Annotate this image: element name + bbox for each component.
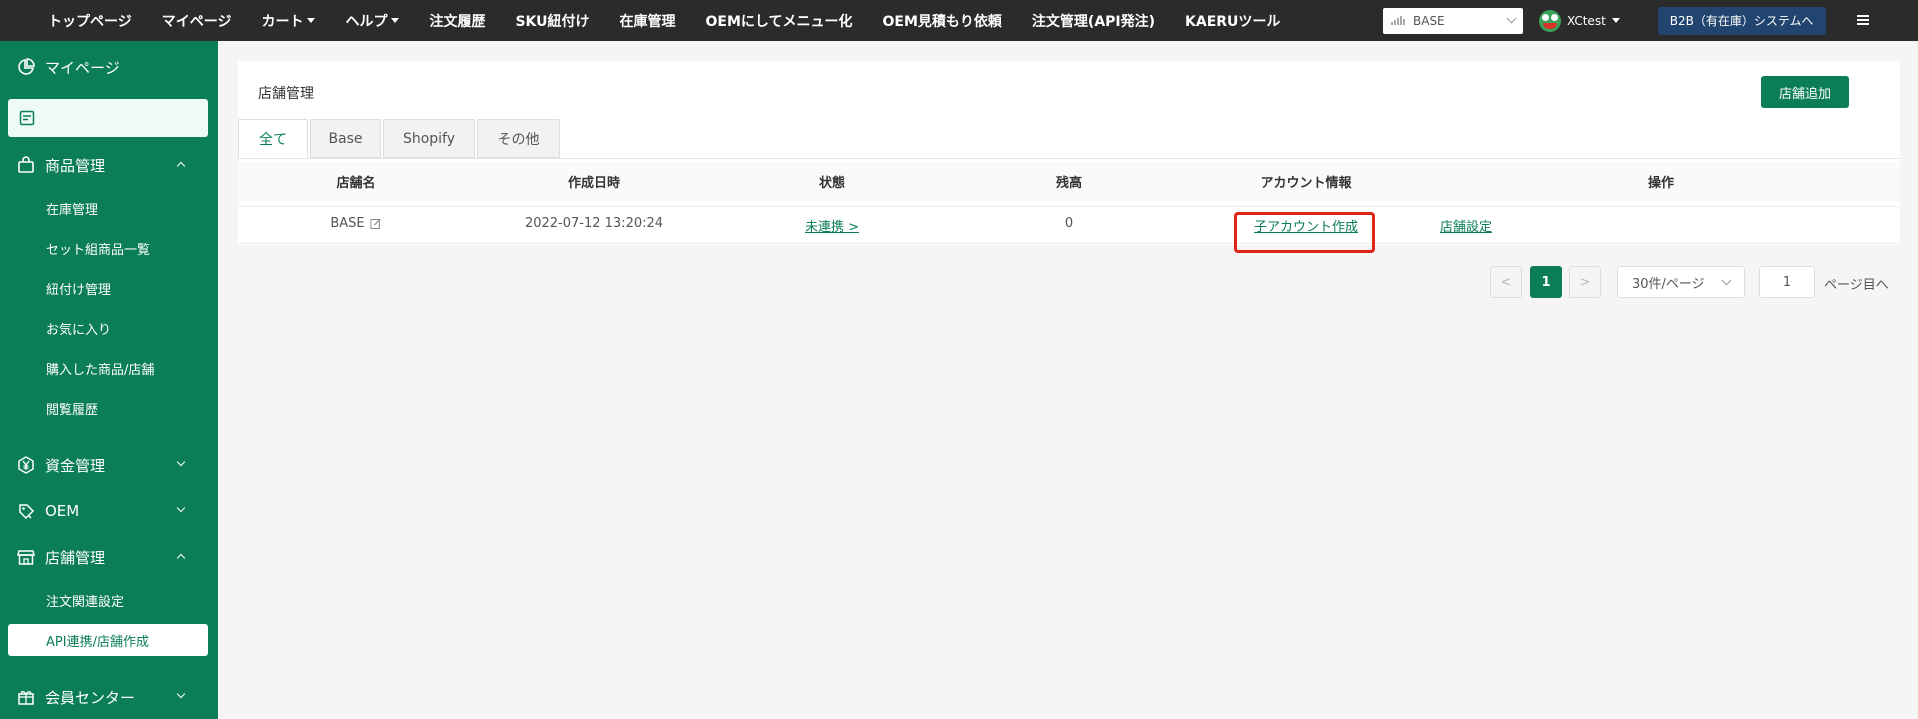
tab-shopify[interactable]: Shopify (383, 119, 475, 158)
tab-all[interactable]: 全て (238, 119, 308, 158)
sidebar-group-products[interactable]: 商品管理 (0, 145, 218, 185)
next-page-button[interactable]: > (1569, 266, 1601, 298)
sidebar-group-oem[interactable]: OEM (0, 491, 218, 531)
prev-page-button[interactable]: < (1490, 266, 1522, 298)
tab-base[interactable]: Base (310, 119, 381, 158)
nav-order-api[interactable]: 注文管理(API発注) (1032, 11, 1155, 31)
sidebar-item-api-store-create[interactable]: API連携/店舗作成 (8, 624, 208, 656)
avatar (1539, 9, 1561, 32)
hamburger-menu-icon[interactable] (1857, 13, 1869, 27)
document-icon (19, 110, 35, 130)
balance-cell: 0 (1064, 216, 1074, 231)
column-status: 状態 (818, 176, 846, 191)
sidebar-group-member[interactable]: 会員センター (0, 677, 218, 717)
column-account-info: アカウント情報 (1260, 176, 1352, 191)
nav-inventory[interactable]: 在庫管理 (620, 11, 676, 31)
store-select[interactable]: BASE (1383, 7, 1523, 34)
chevron-down-icon (176, 689, 186, 699)
page-title: 店舗管理 (258, 86, 314, 102)
column-created-at: 作成日時 (567, 176, 621, 191)
top-menu: トップページ マイページ カート ヘルプ 注文履歴 SKU紐付け 在庫管理 OE… (0, 0, 1310, 41)
add-store-button[interactable]: 店舗追加 (1761, 76, 1849, 108)
top-right-area: BASE XCtest B2B（有在庫）システムへ (1383, 0, 1826, 41)
sidebar-item-set-products[interactable]: セット組商品一覧 (0, 231, 218, 265)
page-1-button[interactable]: 1 (1530, 266, 1562, 298)
goto-page-input[interactable] (1759, 266, 1815, 298)
edit-icon[interactable] (370, 218, 382, 229)
nav-oem-menu[interactable]: OEMにしてメニュー化 (706, 11, 853, 31)
created-at-cell: 2022-07-12 13:20:24 (524, 216, 664, 231)
column-operation: 操作 (1647, 176, 1675, 191)
chevron-down-icon (1506, 13, 1517, 23)
sidebar-item-link-management[interactable]: 紐付け管理 (0, 271, 218, 305)
chevron-down-icon (176, 457, 186, 467)
sidebar-item-mypage[interactable]: マイページ (0, 47, 218, 87)
store-name-cell: BASE (330, 216, 382, 231)
sidebar-selected-item[interactable] (8, 99, 208, 137)
column-balance: 残高 (1055, 176, 1083, 191)
chevron-up-icon (176, 161, 186, 171)
gift-icon (16, 688, 35, 707)
status-link[interactable]: 未連携 > (805, 216, 859, 235)
store-bars-icon (1391, 16, 1407, 25)
chevron-down-icon (176, 503, 186, 513)
per-page-select[interactable]: 30件/ページ (1617, 266, 1745, 298)
store-icon (16, 548, 35, 567)
store-tabs: 全て Base Shopify その他 (238, 119, 562, 159)
nav-help[interactable]: ヘルプ (345, 11, 400, 31)
b2b-system-button[interactable]: B2B（有在庫）システムへ (1657, 6, 1826, 35)
nav-top-page[interactable]: トップページ (48, 11, 132, 31)
sidebar-item-purchased[interactable]: 購入した商品/店舗 (0, 351, 218, 385)
sidebar-group-funds[interactable]: 資金管理 (0, 445, 218, 485)
chevron-down-icon (1721, 275, 1732, 286)
badge-icon (16, 502, 35, 521)
nav-cart[interactable]: カート (261, 11, 316, 31)
yen-icon (16, 456, 35, 475)
chevron-up-icon (176, 553, 186, 563)
sidebar-item-history[interactable]: 閲覧履歴 (0, 391, 218, 425)
user-menu[interactable]: XCtest (1539, 9, 1620, 32)
goto-page-label: ページ目へ (1824, 278, 1889, 293)
nav-oem-quote[interactable]: OEM見積もり依頼 (883, 11, 1002, 31)
sidebar-group-store[interactable]: 店舗管理 (0, 537, 218, 577)
nav-order-history[interactable]: 注文履歴 (429, 11, 485, 31)
tab-other[interactable]: その他 (477, 119, 560, 158)
caret-down-icon (391, 18, 400, 23)
sidebar-item-order-settings[interactable]: 注文関連設定 (0, 583, 218, 617)
shopping-bag-icon (16, 156, 35, 175)
nav-sku-link[interactable]: SKU紐付け (515, 11, 589, 31)
store-settings-link[interactable]: 店舗設定 (1440, 216, 1492, 235)
username: XCtest (1567, 13, 1606, 28)
top-navbar: トップページ マイページ カート ヘルプ 注文履歴 SKU紐付け 在庫管理 OE… (0, 0, 1918, 41)
tab-divider (238, 158, 1900, 159)
sidebar-item-inventory[interactable]: 在庫管理 (0, 191, 218, 225)
caret-down-icon (307, 18, 316, 23)
pie-chart-icon (16, 58, 35, 77)
nav-mypage[interactable]: マイページ (162, 11, 232, 31)
nav-kaeru-tool[interactable]: KAERUツール (1185, 11, 1280, 31)
column-store-name: 店舗名 (336, 176, 376, 191)
sidebar-item-favorites[interactable]: お気に入り (0, 311, 218, 345)
highlight-box (1234, 212, 1375, 253)
caret-down-icon (1611, 18, 1620, 23)
